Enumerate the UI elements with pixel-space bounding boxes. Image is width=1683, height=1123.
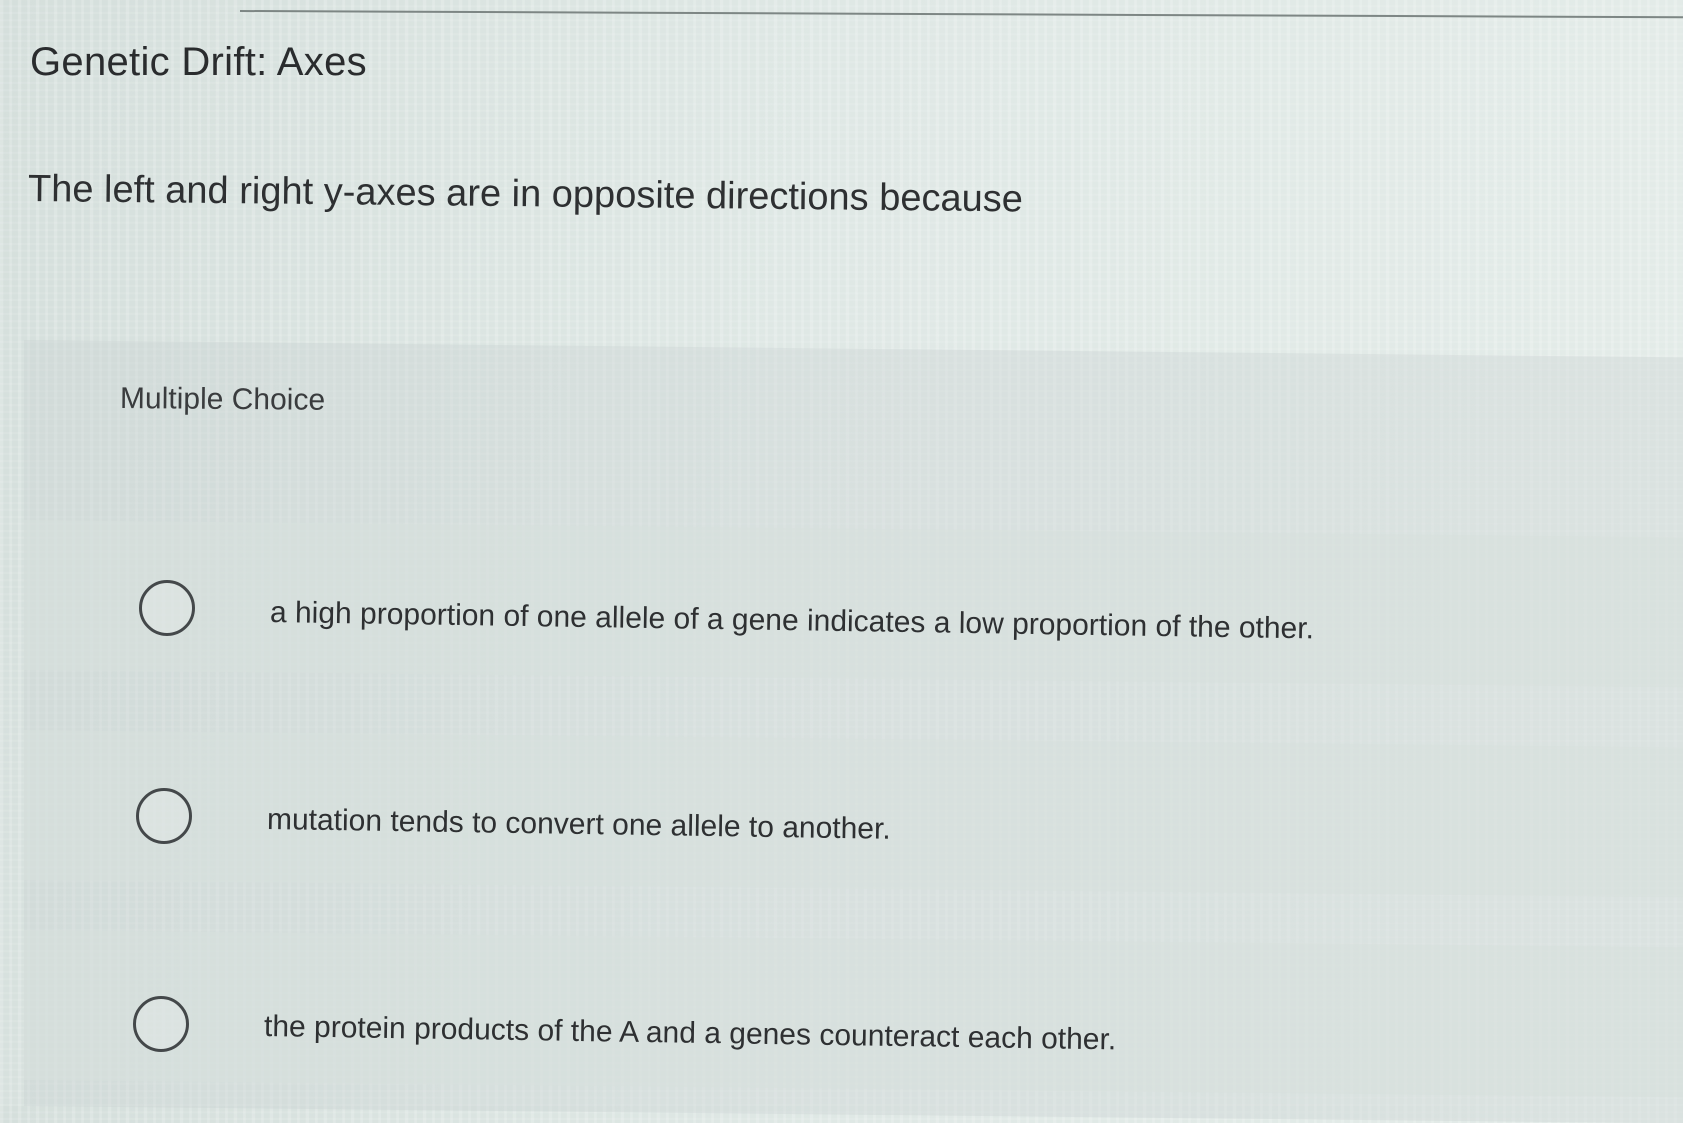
- option-2-radio[interactable]: [136, 788, 192, 844]
- option-3-radio[interactable]: [133, 996, 189, 1052]
- option-1-radio[interactable]: [139, 580, 195, 636]
- top-divider: [239, 10, 1683, 19]
- page-title: Genetic Drift: Axes: [30, 40, 367, 84]
- question-prompt: The left and right y-axes are in opposit…: [27, 168, 1024, 221]
- multiple-choice-label: Multiple Choice: [119, 382, 326, 417]
